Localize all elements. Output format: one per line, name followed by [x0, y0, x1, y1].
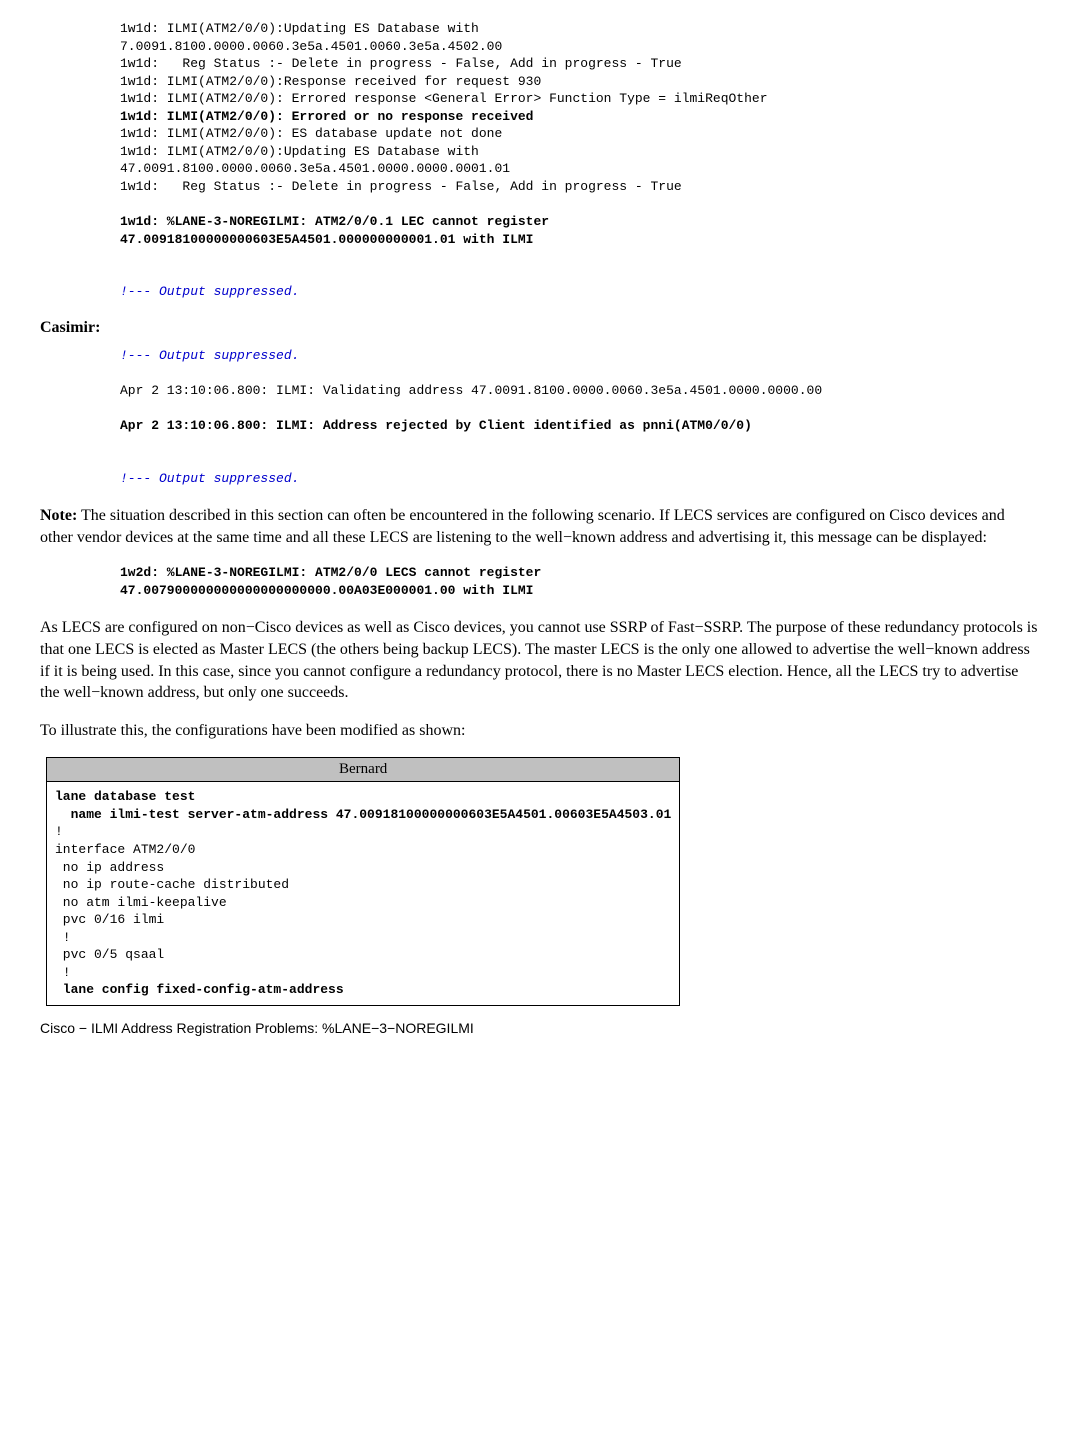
- code-line: 1w1d: ILMI(ATM2/0/0):Updating ES Databas…: [120, 20, 1040, 38]
- code-line: 47.0091.8100.0000.0060.3e5a.4501.0000.00…: [120, 160, 1040, 178]
- code-blank: [120, 399, 1040, 417]
- table-row: lane database test name ilmi-test server…: [47, 782, 680, 1006]
- output-suppressed-comment: !--- Output suppressed.: [120, 347, 1040, 365]
- code-blank: [120, 195, 1040, 213]
- config-line: interface ATM2/0/0: [55, 841, 671, 859]
- table-cell: lane database test name ilmi-test server…: [47, 782, 680, 1006]
- config-line: !: [55, 964, 671, 982]
- code-line-bold: 47.00918100000000603E5A4501.000000000001…: [120, 231, 1040, 249]
- config-line-bold: lane config fixed-config-atm-address: [55, 981, 671, 999]
- code-line: 1w1d: ILMI(ATM2/0/0): ES database update…: [120, 125, 1040, 143]
- config-line: no atm ilmi-keepalive: [55, 894, 671, 912]
- table-header: Bernard: [47, 758, 680, 782]
- page-footer: Cisco − ILMI Address Registration Proble…: [40, 1020, 1040, 1036]
- code-line: 1w1d: Reg Status :- Delete in progress -…: [120, 178, 1040, 196]
- code-blank: [120, 266, 1040, 284]
- config-line-bold: name ilmi-test server-atm-address 47.009…: [55, 806, 671, 824]
- code-line-bold: 1w1d: %LANE-3-NOREGILMI: ATM2/0/0.1 LEC …: [120, 213, 1040, 231]
- debug-output-block-2: !--- Output suppressed. Apr 2 13:10:06.8…: [120, 347, 1040, 487]
- casimir-heading: Casimir:: [40, 319, 1040, 337]
- code-blank: [120, 452, 1040, 470]
- code-blank: [120, 364, 1040, 382]
- code-blank: [120, 434, 1040, 452]
- table-header-row: Bernard: [47, 758, 680, 782]
- code-line: 1w1d: Reg Status :- Delete in progress -…: [120, 55, 1040, 73]
- code-line: Apr 2 13:10:06.800: ILMI: Validating add…: [120, 382, 1040, 400]
- debug-output-block-1: 1w1d: ILMI(ATM2/0/0):Updating ES Databas…: [120, 20, 1040, 301]
- note-paragraph: Note: The situation described in this se…: [40, 505, 1040, 548]
- code-line: 1w1d: ILMI(ATM2/0/0):Updating ES Databas…: [120, 143, 1040, 161]
- config-line: pvc 0/5 qsaal: [55, 946, 671, 964]
- code-line-bold: 47.007900000000000000000000.00A03E000001…: [120, 582, 1040, 600]
- code-blank: [120, 248, 1040, 266]
- code-line: 7.0091.8100.0000.0060.3e5a.4501.0060.3e5…: [120, 38, 1040, 56]
- config-line: no ip route-cache distributed: [55, 876, 671, 894]
- code-line: 1w1d: ILMI(ATM2/0/0):Response received f…: [120, 73, 1040, 91]
- code-line-bold: Apr 2 13:10:06.800: ILMI: Address reject…: [120, 417, 1040, 435]
- output-suppressed-comment: !--- Output suppressed.: [120, 470, 1040, 488]
- output-suppressed-comment: !--- Output suppressed.: [120, 283, 1040, 301]
- config-table: Bernard lane database test name ilmi-tes…: [46, 757, 680, 1006]
- code-line: 1w1d: ILMI(ATM2/0/0): Errored response <…: [120, 90, 1040, 108]
- error-message-block: 1w2d: %LANE-3-NOREGILMI: ATM2/0/0 LECS c…: [120, 564, 1040, 599]
- code-line-bold: 1w1d: ILMI(ATM2/0/0): Errored or no resp…: [120, 108, 1040, 126]
- config-line: !: [55, 823, 671, 841]
- code-line-bold: 1w2d: %LANE-3-NOREGILMI: ATM2/0/0 LECS c…: [120, 564, 1040, 582]
- config-line-bold: lane database test: [55, 788, 671, 806]
- note-label: Note:: [40, 507, 77, 524]
- explanation-paragraph: As LECS are configured on non−Cisco devi…: [40, 617, 1040, 703]
- config-line: !: [55, 929, 671, 947]
- intro-paragraph: To illustrate this, the configurations h…: [40, 720, 1040, 742]
- note-text: The situation described in this section …: [40, 507, 1005, 546]
- config-line: no ip address: [55, 859, 671, 877]
- config-line: pvc 0/16 ilmi: [55, 911, 671, 929]
